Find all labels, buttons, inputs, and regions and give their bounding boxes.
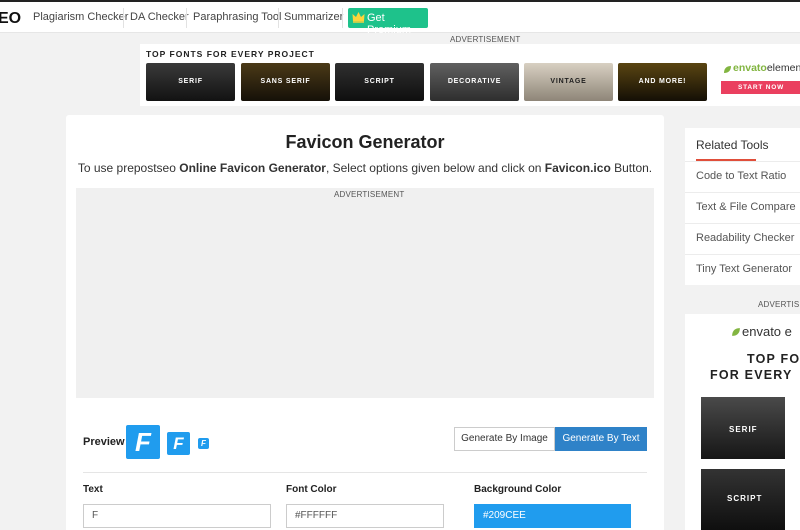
related-tool-code-to-text-ratio[interactable]: Code to Text Ratio <box>696 170 786 182</box>
text-label: Text <box>83 484 103 495</box>
ad-tile-script[interactable]: SCRIPT <box>335 63 424 101</box>
divider <box>685 192 800 193</box>
related-tools-panel: Related Tools Code to Text Ratio Text & … <box>685 128 800 285</box>
envato-brand: envatoelements <box>733 62 800 74</box>
favicon-preview-large: F <box>126 425 160 459</box>
font-color-input[interactable]: #FFFFFF <box>286 504 444 528</box>
ad-tile-label: SCRIPT <box>727 494 763 503</box>
favicon-preview-small: F <box>198 438 209 449</box>
nav-separator <box>123 8 124 28</box>
background-color-label: Background Color <box>474 484 562 495</box>
font-ad-banner[interactable]: TOP FONTS FOR EVERY PROJECT SERIF SANS S… <box>140 44 800 106</box>
nav-da-checker[interactable]: DA Checker <box>130 11 189 23</box>
ad-headline-line2: FOR EVERY <box>710 368 793 382</box>
divider <box>685 223 800 224</box>
top-navbar: EO Plagiarism Checker DA Checker Paraphr… <box>0 0 800 36</box>
nav-separator <box>186 8 187 28</box>
related-tool-tiny-text-generator[interactable]: Tiny Text Generator <box>696 263 792 275</box>
divider <box>685 254 800 255</box>
related-tools-title: Related Tools <box>696 138 769 152</box>
text-input[interactable]: F <box>83 504 271 528</box>
favicon-preview-medium: F <box>167 432 190 455</box>
get-premium-label: Get Premium <box>367 12 412 36</box>
get-premium-button[interactable]: Get Premium <box>348 8 428 36</box>
page-title: Favicon Generator <box>285 132 445 152</box>
ad-tile-label: VINTAGE <box>550 78 587 85</box>
ad-tile-script[interactable]: SCRIPT <box>701 469 785 530</box>
advertisement-box: ADVERTISEMENT <box>76 188 654 398</box>
divider <box>83 472 647 473</box>
crown-icon <box>352 12 365 23</box>
site-logo[interactable]: EO <box>0 10 21 28</box>
nav-paraphrasing-tool[interactable]: Paraphrasing Tool <box>193 11 281 23</box>
ad-tile-serif[interactable]: SERIF <box>146 63 235 101</box>
ad-tile-label: SANS SERIF <box>260 78 311 85</box>
envato-leaf-icon <box>732 328 740 336</box>
divider <box>685 161 800 162</box>
banner-title: TOP FONTS FOR EVERY PROJECT <box>146 49 315 59</box>
ad-tile-label: DECORATIVE <box>447 78 502 85</box>
envato-brand: envato e <box>742 324 792 339</box>
generate-by-image-button[interactable]: Generate By Image <box>454 427 555 451</box>
intro-text: To use prepostseo Online Favicon Generat… <box>77 161 653 175</box>
nav-separator <box>278 8 279 28</box>
background-color-input[interactable]: #209CEE <box>474 504 631 528</box>
ad-tile-and-more[interactable]: AND MORE! <box>618 63 707 101</box>
ad-tile-serif[interactable]: SERIF <box>701 397 785 459</box>
ad-tile-label: SERIF <box>729 425 758 434</box>
ad-tile-label: AND MORE! <box>638 78 687 85</box>
ad-tile-label: SERIF <box>178 78 203 85</box>
nav-plagiarism-checker[interactable]: Plagiarism Checker <box>33 11 128 23</box>
sidebar-advertisement[interactable]: envato e TOP FO FOR EVERY SERIF SCRIPT <box>685 314 800 530</box>
related-tool-text-file-compare[interactable]: Text & File Compare <box>696 201 796 213</box>
ad-tile-vintage[interactable]: VINTAGE <box>524 63 613 101</box>
font-color-label: Font Color <box>286 484 337 495</box>
ad-label: ADVERTISEMENT <box>334 190 405 199</box>
ad-label: ADVERTISE <box>758 300 800 309</box>
ad-tile-label: SCRIPT <box>364 78 395 85</box>
ad-tile-decorative[interactable]: DECORATIVE <box>430 63 519 101</box>
preview-label: Preview <box>83 436 125 448</box>
nav-separator <box>342 8 343 28</box>
generate-by-text-button[interactable]: Generate By Text <box>555 427 647 451</box>
start-now-button[interactable]: START NOW <box>721 81 800 94</box>
ad-tile-sans-serif[interactable]: SANS SERIF <box>241 63 330 101</box>
ad-label: ADVERTISEMENT <box>450 35 521 44</box>
favicon-generator-card: Favicon Generator To use prepostseo Onli… <box>66 115 664 530</box>
related-tool-readability-checker[interactable]: Readability Checker <box>696 232 794 244</box>
nav-summarizer[interactable]: Summarizer <box>284 11 343 23</box>
ad-headline-line1: TOP FO <box>747 352 800 366</box>
envato-leaf-icon <box>724 66 731 73</box>
